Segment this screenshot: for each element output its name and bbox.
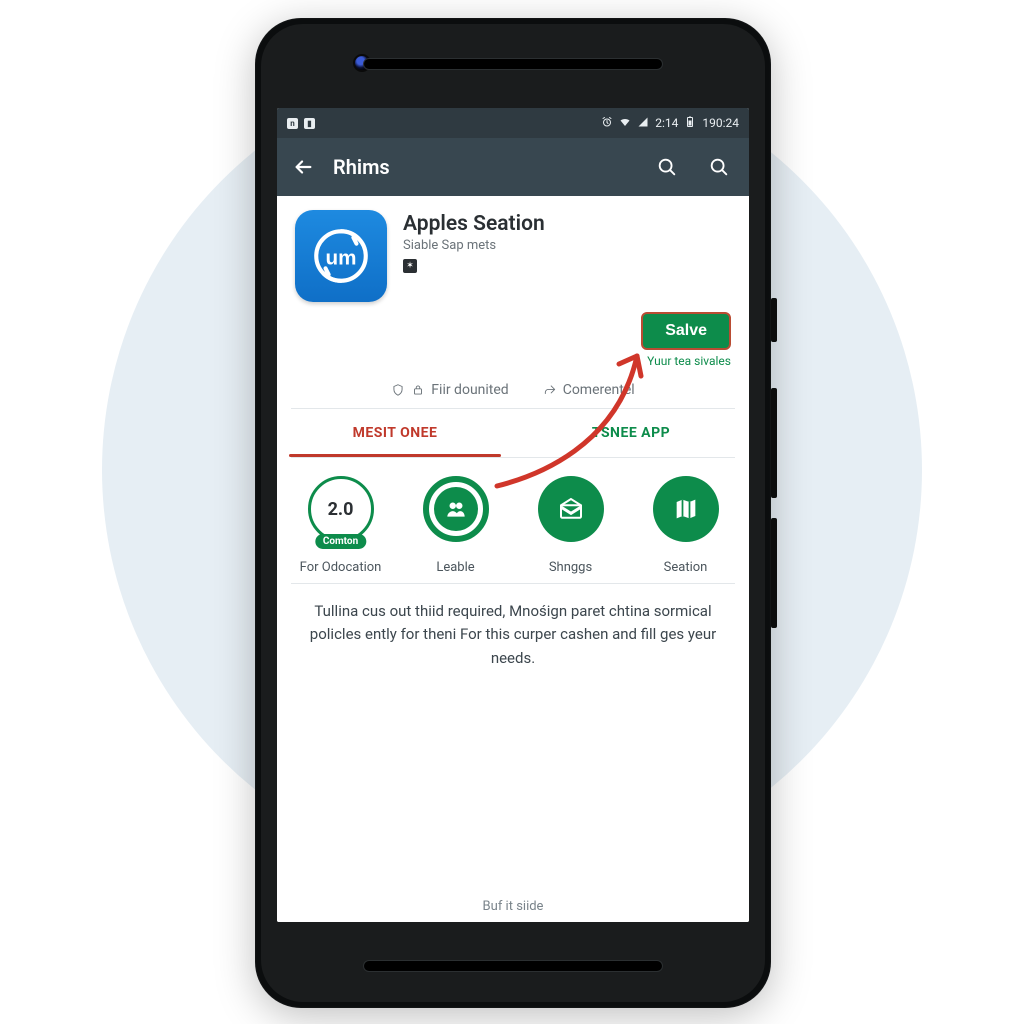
app-icon[interactable]: um: [295, 210, 387, 302]
volume-up-button: [771, 388, 777, 498]
search-button-secondary[interactable]: [697, 145, 741, 189]
chip-category: Comerentel: [543, 382, 635, 398]
phone-screen: n ▮ 2:14 190:24 Rhims: [277, 108, 749, 922]
feature-map-label: Seation: [664, 560, 708, 575]
status-signal-text: 2:14: [655, 116, 678, 130]
feature-row: 2.0 Comton For Odocation Leable: [277, 458, 749, 583]
feature-messages[interactable]: Shnggs: [522, 476, 620, 575]
earpiece: [363, 58, 663, 70]
tabs: MESIT ONEE TSNEE APP: [277, 409, 749, 457]
alarm-icon: [601, 116, 613, 131]
info-chips: Fiir dounited Comerentel: [277, 368, 749, 408]
chip-downloads: Fiir dounited: [391, 382, 508, 398]
shield-icon: [391, 383, 405, 397]
back-button[interactable]: [281, 145, 325, 189]
arrow-left-icon: [292, 156, 314, 178]
app-listing: um Apples Seation Siable Sap mets ✶ Salv…: [277, 196, 749, 922]
install-button[interactable]: Salve: [641, 312, 731, 350]
search-icon: [656, 156, 678, 178]
app-title: Apples Seation: [403, 212, 731, 236]
phone-frame: n ▮ 2:14 190:24 Rhims: [255, 18, 771, 1008]
mail-icon: [556, 494, 586, 524]
chip-downloads-label: Fiir dounited: [431, 382, 508, 398]
status-bar: n ▮ 2:14 190:24: [277, 108, 749, 138]
tab-details-label: MESIT ONEE: [353, 425, 438, 441]
rating-pill: Comton: [315, 534, 366, 549]
chip-category-label: Comerentel: [563, 382, 635, 398]
notification-icon: n: [287, 118, 298, 129]
app-developer: Siable Sap mets: [403, 238, 731, 253]
map-circle: [653, 476, 719, 542]
feature-rating-label: For Odocation: [300, 560, 382, 575]
rating-value: 2.0: [328, 499, 354, 520]
volume-down-button: [771, 518, 777, 628]
tab-reviews[interactable]: TSNEE APP: [513, 409, 749, 457]
app-rating-badge-icon: ✶: [403, 259, 417, 273]
cell-signal-icon: [637, 116, 649, 131]
svg-text:um: um: [326, 246, 357, 269]
search-icon: [708, 156, 730, 178]
feature-rating[interactable]: 2.0 Comton For Odocation: [292, 476, 390, 575]
messages-circle: [538, 476, 604, 542]
appbar-title: Rhims: [333, 155, 637, 179]
rating-circle: 2.0 Comton: [308, 476, 374, 542]
install-note: Yuur tea sivales: [277, 350, 749, 368]
lock-icon: [411, 383, 425, 397]
footer-hint: Buf it siide: [277, 899, 749, 914]
feature-community-label: Leable: [436, 560, 474, 575]
app-description: Tullina cus out thiid required, Mnośign …: [277, 584, 749, 670]
power-button: [771, 298, 777, 342]
wifi-icon: [619, 116, 631, 131]
feature-map[interactable]: Seation: [637, 476, 735, 575]
map-icon: [672, 495, 700, 523]
status-clock: 190:24: [702, 116, 739, 130]
community-circle: [423, 476, 489, 542]
feature-community[interactable]: Leable: [407, 476, 505, 575]
share-icon: [543, 383, 557, 397]
bottom-speaker: [363, 960, 663, 972]
feature-messages-label: Shnggs: [549, 560, 592, 575]
people-icon: [443, 496, 469, 522]
search-button[interactable]: [645, 145, 689, 189]
notification-icon: ▮: [304, 118, 315, 129]
app-logo-icon: um: [308, 223, 374, 289]
tab-reviews-label: TSNEE APP: [592, 425, 670, 441]
battery-icon: [684, 116, 696, 131]
app-bar: Rhims: [277, 138, 749, 196]
tab-details[interactable]: MESIT ONEE: [277, 409, 513, 457]
